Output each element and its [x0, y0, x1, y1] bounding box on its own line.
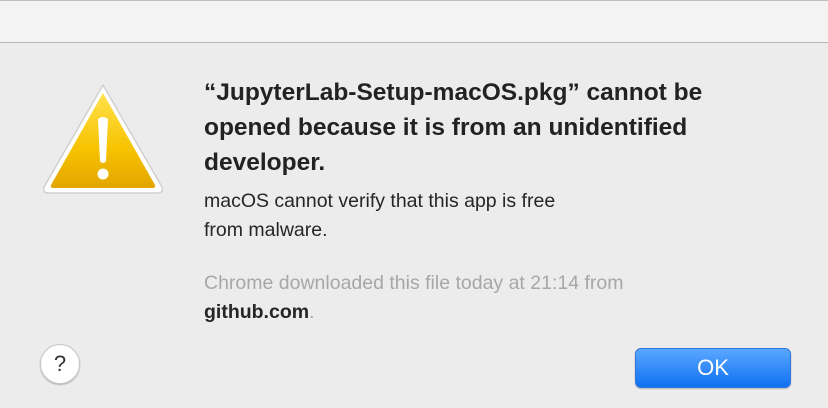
window-title-bar [0, 1, 828, 43]
download-source-label: Chrome downloaded this file today at 21:… [204, 272, 624, 294]
ok-button[interactable]: OK [635, 348, 791, 388]
unidentified-developer-dialog: “JupyterLab-Setup-macOS.pkg” cannot be o… [0, 0, 828, 408]
download-source-domain: github.com [204, 301, 310, 323]
help-button[interactable]: ? [40, 344, 80, 384]
dialog-message: macOS cannot verify that this app is fre… [204, 190, 556, 241]
dialog-title: “JupyterLab-Setup-macOS.pkg” cannot be o… [204, 79, 703, 176]
download-source-period: . [309, 301, 315, 323]
download-source-text: Chrome downloaded this file today at 21:… [204, 269, 804, 327]
warning-triangle-icon [40, 81, 166, 197]
